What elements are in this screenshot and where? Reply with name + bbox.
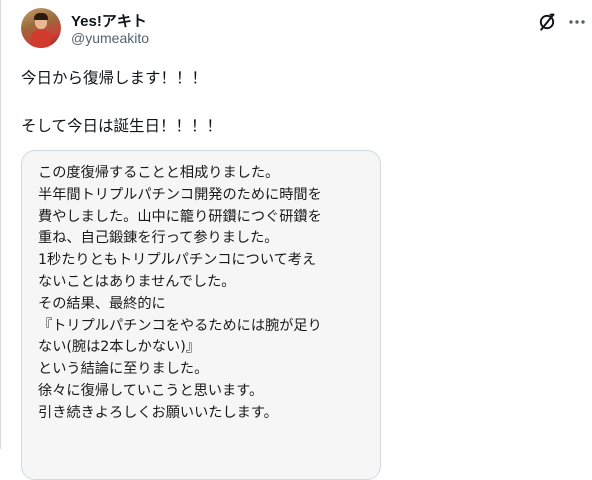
- image-text-line: 半年間トリプルパチンコ開発のために時間を: [38, 186, 322, 203]
- image-text-line: 重ね、自己鍛錬を行って参りました。: [38, 230, 279, 247]
- image-text-line: ない(腕は2本しかない)』: [38, 339, 200, 356]
- post-text-line: そして今日は誕生日！！！！: [21, 117, 223, 135]
- image-text-line: この度復帰することと相成りました。: [38, 165, 280, 181]
- post-text-line: 今日から復帰します！！！: [21, 69, 208, 87]
- display-name[interactable]: Yes!アキト: [71, 10, 147, 31]
- image-text-line: 費やしました。山中に籠り研鑽につぐ研鑽を: [38, 208, 322, 225]
- post-text: 今日から復帰します！！！ そして今日は誕生日！！！！: [21, 66, 222, 138]
- image-text-line: 1秒たりともトリプルパチンコについて考え: [38, 252, 317, 269]
- image-text-line: 『トリプルパチンコをやるためには腕が足り: [38, 317, 322, 334]
- post-text-blank-line: [21, 90, 222, 114]
- avatar-hair: [34, 13, 48, 20]
- avatar[interactable]: [21, 8, 61, 48]
- avatar-shirt: [31, 30, 51, 48]
- attached-image-text: この度復帰することと相成りました。 半年間トリプルパチンコ開発のために時間を 費…: [38, 163, 322, 425]
- image-text-line: という結論に至りました。: [38, 361, 209, 378]
- image-text-line: その結果、最終的に: [38, 295, 166, 312]
- user-handle[interactable]: @yumeakito: [71, 30, 149, 46]
- post-header: Yes!アキト @yumeakito: [21, 8, 585, 52]
- image-text-line: 徐々に復帰していこうと思います。: [38, 382, 264, 399]
- image-text-line: ないことはありませんでした。: [38, 273, 236, 290]
- image-text-line: 引き続きよろしくお願いいたします。: [38, 404, 278, 421]
- attached-image[interactable]: この度復帰することと相成りました。 半年間トリプルパチンコ開発のために時間を 費…: [21, 150, 381, 480]
- more-options-icon[interactable]: [567, 12, 587, 32]
- post: Yes!アキト @yumeakito 今日から復帰します！！！ そして今日は誕生…: [0, 0, 592, 480]
- grok-icon[interactable]: [537, 12, 557, 32]
